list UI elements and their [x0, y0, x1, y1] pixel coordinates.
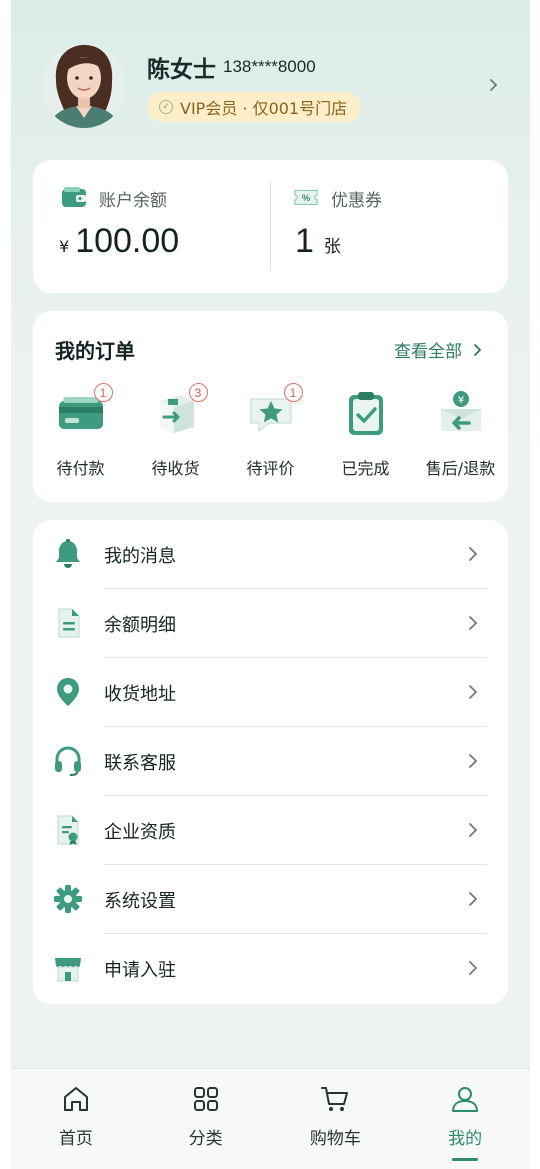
profile-header[interactable]: 陈女士 138****8000 ✓ VIP会员 · 仅001号门店 [11, 0, 530, 150]
view-all-orders-link[interactable]: 查看全部 [394, 337, 482, 362]
wallet-card: 账户余额 ¥ 100.00 % 优惠券 1 张 [33, 160, 508, 293]
order-status-pending-payment[interactable]: 1 待付款 [33, 383, 128, 479]
chevron-right-icon [469, 754, 478, 768]
chevron-right-icon [469, 823, 478, 837]
menu-item-label: 收货地址 [104, 684, 176, 705]
menu-item-label: 我的消息 [104, 546, 176, 567]
menu-item-settings[interactable]: 系统设置 [33, 865, 508, 934]
vip-badge-text: VIP会员 · 仅001号门店 [180, 99, 348, 118]
order-count-badge: 1 [283, 383, 303, 402]
location-pin-icon [57, 678, 79, 706]
tab-label: 分类 [188, 1129, 223, 1149]
chevron-right-icon [469, 547, 478, 561]
balance-section[interactable]: 账户余额 ¥ 100.00 [33, 160, 270, 293]
clipboard-check-icon [348, 392, 383, 435]
vip-badge: ✓ VIP会员 · 仅001号门店 [147, 92, 362, 122]
order-status-label: 待付款 [56, 459, 105, 478]
menu-item-apply-join[interactable]: 申请入驻 [33, 934, 508, 1003]
chevron-right-icon[interactable] [488, 75, 500, 95]
menu-item-balance-details[interactable]: 余额明细 [33, 589, 508, 658]
cart-icon [321, 1087, 349, 1111]
home-icon [63, 1087, 88, 1111]
svg-text:%: % [302, 193, 310, 203]
tab-home[interactable]: 首页 [11, 1069, 141, 1169]
menu-item-address[interactable]: 收货地址 [33, 658, 508, 727]
tab-label: 购物车 [309, 1129, 361, 1149]
check-circle-icon: ✓ [159, 100, 173, 114]
order-count-badge: 3 [188, 383, 208, 402]
order-status-label: 待收货 [151, 459, 200, 478]
balance-value: 100.00 [75, 222, 180, 260]
menu-card: 我的消息 余额明细 收货地址 联系客服 企业资质 系统设置 申请入驻 [33, 520, 508, 1004]
chevron-right-icon [469, 685, 478, 699]
menu-item-messages[interactable]: 我的消息 [33, 520, 508, 589]
coupon-count: 1 [295, 222, 314, 260]
coupon-amount: 1 张 [295, 222, 341, 261]
menu-item-qualifications[interactable]: 企业资质 [33, 796, 508, 865]
order-status-list: 1 待付款 3 待收货 1 待评价 已完成 ¥ 售后/退款 [33, 383, 508, 479]
menu-item-label: 余额明细 [104, 615, 176, 636]
coupon-unit: 张 [323, 237, 341, 257]
order-status-pending-review[interactable]: 1 待评价 [223, 383, 318, 479]
order-status-label: 已完成 [341, 459, 390, 478]
menu-item-customer-service[interactable]: 联系客服 [33, 727, 508, 796]
chevron-right-icon [469, 961, 478, 975]
tab-cart[interactable]: 购物车 [271, 1069, 401, 1169]
tab-label: 首页 [58, 1129, 93, 1149]
menu-item-label: 系统设置 [104, 891, 176, 912]
active-tab-indicator [452, 1158, 479, 1161]
menu-item-label: 申请入驻 [104, 960, 176, 981]
coupon-icon: % [294, 189, 318, 205]
tab-category[interactable]: 分类 [141, 1069, 271, 1169]
view-all-label: 查看全部 [394, 342, 462, 362]
bell-icon [56, 539, 80, 568]
avatar[interactable] [42, 40, 126, 130]
order-status-after-sales[interactable]: ¥ 售后/退款 [413, 387, 508, 479]
balance-amount: ¥ 100.00 [59, 222, 179, 261]
order-status-pending-receipt[interactable]: 3 待收货 [128, 383, 223, 479]
chevron-right-icon [469, 616, 478, 630]
coupon-section[interactable]: % 优惠券 1 张 [271, 160, 508, 293]
order-count-badge: 1 [93, 383, 113, 402]
headset-icon [55, 746, 81, 776]
refund-icon: ¥ [440, 391, 481, 431]
user-phone: 138****8000 [223, 57, 316, 76]
screen: 陈女士 138****8000 ✓ VIP会员 · 仅001号门店 账户余额 ¥… [11, 0, 530, 1169]
certificate-icon [57, 815, 79, 845]
currency-symbol: ¥ [59, 237, 70, 256]
tab-mine[interactable]: 我的 [400, 1069, 530, 1169]
grid-icon [193, 1087, 218, 1111]
orders-card: 我的订单 查看全部 1 待付款 3 待收货 1 待评价 已完成 ¥ 售后/退款 [33, 311, 508, 502]
bottom-tab-bar: 首页 分类 购物车 我的 [11, 1068, 530, 1169]
gear-icon [54, 885, 82, 913]
menu-item-label: 联系客服 [104, 753, 176, 774]
order-status-label: 待评价 [246, 459, 295, 478]
svg-text:¥: ¥ [457, 395, 463, 406]
user-icon [452, 1087, 479, 1112]
tab-label: 我的 [448, 1129, 483, 1149]
document-icon [58, 608, 80, 638]
balance-label: 账户余额 [99, 191, 167, 211]
menu-item-label: 企业资质 [104, 822, 176, 843]
coupon-label: 优惠券 [331, 191, 382, 211]
user-name: 陈女士 [147, 57, 216, 83]
store-icon [55, 958, 81, 982]
wallet-icon [62, 187, 86, 207]
chevron-right-icon [474, 343, 482, 356]
orders-title: 我的订单 [55, 339, 135, 363]
chevron-right-icon [469, 892, 478, 906]
order-status-completed[interactable]: 已完成 [318, 387, 413, 479]
order-status-label: 售后/退款 [425, 459, 496, 478]
